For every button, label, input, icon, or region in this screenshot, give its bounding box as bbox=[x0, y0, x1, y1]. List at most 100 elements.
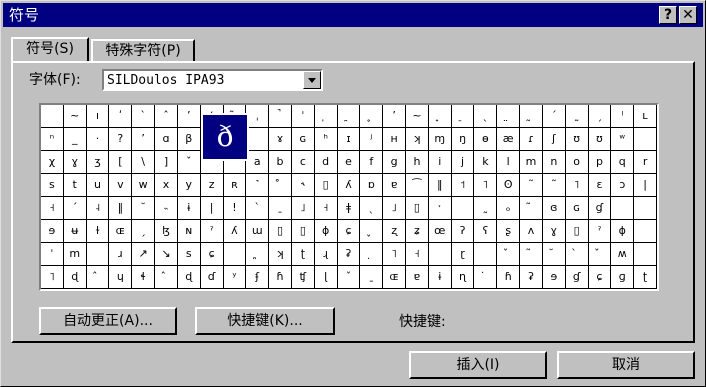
symbol-cell[interactable] bbox=[634, 197, 657, 220]
shortcut-key-button[interactable]: 快捷键(K)... bbox=[195, 307, 335, 335]
symbol-cell[interactable]: ɛ bbox=[588, 174, 612, 197]
symbol-cell[interactable]: ˥ bbox=[41, 266, 64, 289]
symbol-cell[interactable]: ˈ bbox=[41, 243, 64, 266]
symbol-cell[interactable]: ʈ bbox=[634, 266, 657, 289]
symbol-cell[interactable]: ˎ bbox=[360, 197, 384, 220]
symbol-cell[interactable]: ~ bbox=[63, 105, 87, 128]
symbol-cell[interactable]: ˇ bbox=[337, 266, 361, 289]
symbol-cell[interactable]: ̠ bbox=[451, 105, 475, 128]
symbol-cell[interactable]: ˎ bbox=[474, 105, 498, 128]
symbol-cell[interactable]: ˍ bbox=[269, 197, 292, 220]
cancel-button[interactable]: 取消 bbox=[557, 351, 695, 379]
symbol-cell[interactable]: ] bbox=[155, 151, 178, 174]
symbol-cell[interactable]: ˀ bbox=[200, 220, 224, 243]
symbol-cell[interactable]: ʒ bbox=[86, 151, 110, 174]
symbol-cell[interactable]: l bbox=[497, 151, 521, 174]
symbol-cell[interactable]: ɐ bbox=[383, 174, 407, 197]
symbol-cell[interactable] bbox=[611, 197, 635, 220]
symbol-cell[interactable]: ̣ bbox=[360, 243, 384, 266]
symbol-cell[interactable]: ɳ bbox=[451, 266, 475, 289]
symbol-cell[interactable]: ʜ bbox=[383, 128, 407, 151]
symbol-cell[interactable]: ˦ bbox=[451, 174, 475, 197]
symbol-cell[interactable]: ʟ bbox=[634, 105, 657, 128]
symbol-cell[interactable]: ̯ bbox=[337, 105, 361, 128]
symbol-cell[interactable]: ɭ bbox=[314, 266, 338, 289]
symbol-cell[interactable]: ˩ bbox=[291, 197, 315, 220]
symbol-cell[interactable]: m bbox=[63, 243, 87, 266]
autocorrect-button[interactable]: 自动更正(A)... bbox=[39, 307, 177, 335]
symbol-cell[interactable]: ̥ bbox=[360, 105, 384, 128]
symbol-cell[interactable]: æ bbox=[497, 128, 521, 151]
symbol-cell[interactable]: ʹ bbox=[109, 105, 133, 128]
symbol-cell[interactable]: ɘ bbox=[542, 266, 566, 289]
symbol-cell[interactable]: ˀ bbox=[588, 220, 612, 243]
symbol-cell[interactable]: i bbox=[428, 151, 452, 174]
symbol-cell[interactable]: ʉ bbox=[63, 220, 87, 243]
symbol-cell[interactable]: ̩ bbox=[314, 105, 338, 128]
symbol-cell[interactable] bbox=[246, 128, 270, 151]
symbol-cell[interactable]: ʧ bbox=[291, 266, 315, 289]
symbol-cell[interactable]: ʃ bbox=[542, 128, 566, 151]
symbol-cell[interactable]: b bbox=[269, 151, 292, 174]
symbol-cell[interactable]: a bbox=[246, 151, 270, 174]
symbol-cell[interactable]: ɘ bbox=[41, 220, 64, 243]
symbol-cell[interactable]: d bbox=[314, 151, 338, 174]
symbol-cell[interactable]: ̀ bbox=[565, 243, 589, 266]
symbol-cell[interactable]: ˑ bbox=[428, 197, 452, 220]
symbol-cell[interactable]: ˈ bbox=[291, 105, 315, 128]
symbol-cell[interactable]: ɖ bbox=[63, 266, 87, 289]
symbol-cell[interactable]: ʷ bbox=[611, 128, 635, 151]
symbol-cell[interactable]: ˍ bbox=[360, 266, 384, 289]
symbol-cell[interactable]: ̂ bbox=[155, 266, 178, 289]
symbol-cell[interactable]: ▯ bbox=[269, 220, 292, 243]
symbol-cell[interactable]: | bbox=[634, 174, 657, 197]
symbol-cell[interactable]: ↘ bbox=[155, 243, 178, 266]
symbol-cell[interactable]: ɠ bbox=[588, 197, 612, 220]
symbol-cell[interactable]: j bbox=[451, 151, 475, 174]
symbol-cell[interactable]: ‖ bbox=[428, 174, 452, 197]
symbol-cell[interactable] bbox=[41, 105, 64, 128]
symbol-cell[interactable]: ɮ bbox=[155, 220, 178, 243]
close-button[interactable]: ✕ bbox=[679, 6, 697, 24]
symbol-cell[interactable]: | bbox=[200, 197, 224, 220]
symbol-cell[interactable]: ɽ bbox=[451, 243, 475, 266]
symbol-cell[interactable]: ɪ bbox=[337, 128, 361, 151]
symbol-cell[interactable]: ˘ bbox=[132, 197, 156, 220]
symbol-cell[interactable]: ʰ bbox=[314, 128, 338, 151]
symbol-cell[interactable]: ʲ bbox=[360, 128, 384, 151]
symbol-cell[interactable]: _ bbox=[63, 128, 87, 151]
symbol-cell[interactable]: r bbox=[634, 151, 657, 174]
symbol-cell[interactable]: ▯ bbox=[406, 197, 429, 220]
symbol-cell[interactable]: ˩ bbox=[383, 197, 407, 220]
symbol-cell[interactable]: ɠ bbox=[565, 266, 589, 289]
symbol-cell[interactable]: ɞ bbox=[542, 197, 566, 220]
symbol-cell[interactable]: ɵ bbox=[474, 128, 498, 151]
symbol-cell[interactable]: ‖ bbox=[109, 197, 133, 220]
symbol-cell[interactable]: ʡ bbox=[337, 243, 361, 266]
symbol-cell[interactable]: ⁿ bbox=[41, 128, 64, 151]
symbol-cell[interactable]: ʌ bbox=[520, 220, 543, 243]
symbol-cell[interactable]: k bbox=[474, 151, 498, 174]
symbol-cell[interactable] bbox=[428, 243, 452, 266]
symbol-cell[interactable]: ̌ bbox=[497, 243, 521, 266]
symbol-grid[interactable]: ~ıʹˋˆʼʻ̃ˌ̚ˈ̩̯̥ʼ~̟̠ˎ̤̰ˊ˷ˏˡʟⁿ_·?ʼɑβɤɢʰɪʲʜʞ… bbox=[39, 103, 659, 291]
symbol-cell[interactable]: ̟ bbox=[428, 105, 452, 128]
symbol-cell[interactable]: ı bbox=[86, 105, 110, 128]
tab-special-characters[interactable]: 特殊字符(P) bbox=[91, 39, 195, 61]
symbol-cell[interactable]: ɑ bbox=[155, 128, 178, 151]
symbol-cell[interactable]: ! bbox=[223, 197, 247, 220]
symbol-cell[interactable]: ˷ bbox=[565, 105, 589, 128]
symbol-cell[interactable]: ~ bbox=[406, 105, 429, 128]
symbol-cell[interactable]: ˥ bbox=[565, 174, 589, 197]
symbol-cell[interactable]: ɻ bbox=[314, 243, 338, 266]
symbol-cell[interactable]: β bbox=[177, 128, 201, 151]
symbol-cell[interactable]: ˌ bbox=[246, 105, 270, 128]
symbol-cell[interactable]: ɨ bbox=[428, 266, 452, 289]
symbol-cell[interactable]: ǂ bbox=[337, 197, 361, 220]
symbol-cell[interactable]: ⁀ bbox=[406, 174, 429, 197]
symbol-cell[interactable]: e bbox=[337, 151, 361, 174]
symbol-cell[interactable]: ↗ bbox=[132, 243, 156, 266]
symbol-cell[interactable]: ɾ bbox=[520, 128, 543, 151]
symbol-cell[interactable]: ˧ bbox=[406, 243, 429, 266]
symbol-cell[interactable]: z bbox=[200, 174, 224, 197]
